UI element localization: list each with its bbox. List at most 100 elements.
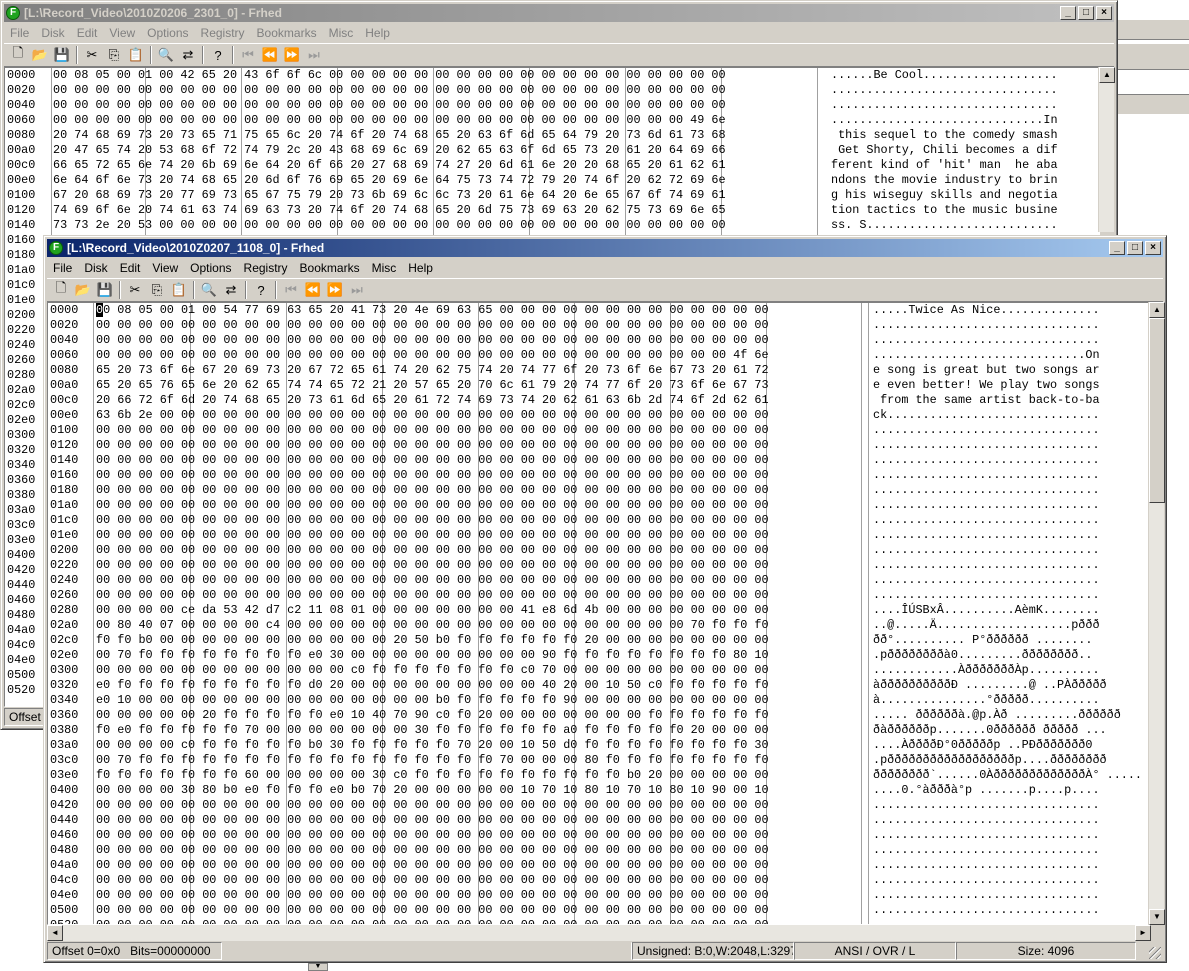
hex-bytes[interactable]: 00 00 00 00 c0 f0 f0 f0 f0 f0 b0 30 f0 f… xyxy=(96,738,769,753)
hex-row[interactable]: 00a0 20 47 65 74 20 53 68 6f 72 74 79 2c … xyxy=(5,143,1099,158)
scroll-up-button[interactable]: ▲ xyxy=(1149,302,1165,318)
hex-row[interactable]: 00c0 20 66 72 6f 6d 20 74 68 65 20 73 61 … xyxy=(48,393,1148,408)
copy-icon[interactable]: ⎘ xyxy=(103,45,125,65)
hex-row[interactable]: 0380 f0 e0 f0 f0 f0 f0 f0 70 00 00 00 00 … xyxy=(48,723,1148,738)
hex-bytes[interactable]: f0 e0 f0 f0 f0 f0 f0 70 00 00 00 00 00 0… xyxy=(96,723,769,738)
menu-bookmarks[interactable]: Bookmarks xyxy=(251,26,323,40)
hex-bytes[interactable]: 00 08 05 00 01 00 42 65 20 43 6f 6f 6c 0… xyxy=(53,68,726,83)
prev-bookmark-icon[interactable]: ⏪ xyxy=(302,280,324,300)
ascii-text[interactable]: ......Be Cool................... xyxy=(831,68,1058,83)
ascii-text[interactable]: ..............................In xyxy=(831,113,1058,128)
hex-row[interactable]: 0500 00 00 00 00 00 00 00 00 00 00 00 00 … xyxy=(48,903,1148,918)
close-button[interactable]: × xyxy=(1145,241,1161,255)
hex-row[interactable]: 0020 00 00 00 00 00 00 00 00 00 00 00 00 … xyxy=(48,318,1148,333)
ascii-text[interactable]: ................................ xyxy=(873,453,1100,468)
replace-icon[interactable]: ⇄ xyxy=(220,280,242,300)
hex-row[interactable]: 03a0 00 00 00 00 c0 f0 f0 f0 f0 f0 b0 30 … xyxy=(48,738,1148,753)
hex-bytes[interactable]: 00 00 00 00 00 00 00 00 00 00 00 00 00 0… xyxy=(96,558,769,573)
scroll-right-button[interactable]: ► xyxy=(1135,925,1151,941)
open-folder-icon[interactable]: 📂 xyxy=(72,280,94,300)
hex-bytes[interactable]: 00 00 00 00 00 00 00 00 00 00 00 00 00 0… xyxy=(96,513,769,528)
hex-bytes[interactable]: 00 00 00 00 ce da 53 42 d7 c2 11 08 01 0… xyxy=(96,603,769,618)
ascii-text[interactable]: ................................ xyxy=(831,83,1058,98)
ascii-text[interactable]: .pððððððððà0.........ðððððððð.. xyxy=(873,648,1092,663)
hex-row[interactable]: 0260 00 00 00 00 00 00 00 00 00 00 00 00 … xyxy=(48,588,1148,603)
copy-icon[interactable]: ⎘ xyxy=(146,280,168,300)
ascii-text[interactable]: ................................ xyxy=(873,828,1100,843)
hex-bytes[interactable]: 00 00 00 00 00 00 00 00 00 00 00 00 00 0… xyxy=(96,588,769,603)
hex-row[interactable]: 0100 00 00 00 00 00 00 00 00 00 00 00 00 … xyxy=(48,423,1148,438)
cut-icon[interactable]: ✂ xyxy=(81,45,103,65)
hex-bytes[interactable]: 00 00 00 00 00 00 00 00 00 00 00 00 00 0… xyxy=(53,98,726,113)
ascii-text[interactable]: ðððððððð`......0ÀðððððððððððððÀ° ..... xyxy=(873,768,1142,783)
ascii-text[interactable]: e even better! We play two songs xyxy=(873,378,1100,393)
hex-bytes[interactable]: 00 00 00 00 00 00 00 00 00 00 00 00 00 0… xyxy=(96,843,769,858)
hex-bytes[interactable]: 00 00 00 00 00 00 00 00 00 00 00 00 00 0… xyxy=(96,543,769,558)
minimize-button[interactable]: _ xyxy=(1109,241,1125,255)
ascii-text[interactable]: ferent kind of 'hit' man he aba xyxy=(831,158,1058,173)
hex-bytes[interactable]: 6e 64 6f 6e 73 20 74 68 65 20 6d 6f 76 6… xyxy=(53,173,726,188)
hex-row[interactable]: 0240 00 00 00 00 00 00 00 00 00 00 00 00 … xyxy=(48,573,1148,588)
hex-bytes[interactable]: 20 66 72 6f 6d 20 74 68 65 20 73 61 6d 6… xyxy=(96,393,769,408)
hex-bytes[interactable]: 00 00 00 00 00 00 00 00 00 00 00 00 00 0… xyxy=(53,113,726,128)
hex-bytes[interactable]: 00 70 f0 f0 f0 f0 f0 f0 f0 f0 e0 30 00 0… xyxy=(96,648,769,663)
prev-bookmark-icon[interactable]: ⏪ xyxy=(259,45,281,65)
hex-row[interactable]: 01e0 00 00 00 00 00 00 00 00 00 00 00 00 … xyxy=(48,528,1148,543)
hex-row[interactable]: 0480 00 00 00 00 00 00 00 00 00 00 00 00 … xyxy=(48,843,1148,858)
menu-registry[interactable]: Registry xyxy=(195,26,251,40)
hex-bytes[interactable]: 20 47 65 74 20 53 68 6f 72 74 79 2c 20 4… xyxy=(53,143,726,158)
hex-row[interactable]: 00a0 65 20 65 76 65 6e 20 62 65 74 74 65 … xyxy=(48,378,1148,393)
hex-row[interactable]: 0000 00 08 05 00 01 00 42 65 20 43 6f 6f … xyxy=(5,68,1099,83)
hex-bytes[interactable]: 00 08 05 00 01 00 54 77 69 63 65 20 41 7… xyxy=(96,303,769,318)
hex-bytes[interactable]: 00 00 00 00 00 00 00 00 00 00 00 00 00 0… xyxy=(96,888,769,903)
maximize-button[interactable]: □ xyxy=(1078,6,1094,20)
front-window[interactable]: F [L:\Record_Video\2010Z0207_1108_0] - F… xyxy=(43,235,1167,963)
hex-bytes[interactable]: 00 00 00 00 00 00 00 00 00 00 00 00 00 0… xyxy=(96,438,769,453)
open-folder-icon[interactable]: 📂 xyxy=(29,45,51,65)
ascii-text[interactable]: ................................ xyxy=(873,918,1100,924)
hex-bytes[interactable]: 00 00 00 00 00 00 00 00 00 00 00 00 00 0… xyxy=(53,83,726,98)
back-window-titlebar[interactable]: F [L:\Record_Video\2010Z0206_2301_0] - F… xyxy=(4,4,1114,22)
hex-row[interactable]: 0140 73 73 2e 20 53 00 00 00 00 00 00 00 … xyxy=(5,218,1099,233)
hex-bytes[interactable]: 74 69 6f 6e 20 74 61 63 74 69 63 73 20 7… xyxy=(53,203,726,218)
hex-bytes[interactable]: e0 f0 f0 f0 f0 f0 f0 f0 f0 f0 d0 20 00 0… xyxy=(96,678,769,693)
hex-row[interactable]: 02c0 f0 f0 b0 00 00 00 00 00 00 00 00 00 … xyxy=(48,633,1148,648)
menu-view[interactable]: View xyxy=(146,261,184,275)
hex-row[interactable]: 0020 00 00 00 00 00 00 00 00 00 00 00 00 … xyxy=(5,83,1099,98)
menu-disk[interactable]: Disk xyxy=(78,261,113,275)
hex-bytes[interactable]: 00 00 00 00 00 00 00 00 00 00 00 00 00 0… xyxy=(96,318,769,333)
hex-row[interactable]: 04e0 00 00 00 00 00 00 00 00 00 00 00 00 … xyxy=(48,888,1148,903)
hex-row[interactable]: 0460 00 00 00 00 00 00 00 00 00 00 00 00 … xyxy=(48,828,1148,843)
last-bookmark-icon[interactable]: ⏭ xyxy=(346,280,368,300)
hex-row[interactable]: 0100 67 20 68 69 73 20 77 69 73 65 67 75 … xyxy=(5,188,1099,203)
resize-grip-icon[interactable] xyxy=(1149,947,1161,959)
hex-row[interactable]: 02a0 00 80 40 07 00 00 00 00 c4 00 00 00 … xyxy=(48,618,1148,633)
ascii-text[interactable]: ................................ xyxy=(873,438,1100,453)
scroll-thumb[interactable] xyxy=(1149,318,1165,503)
hex-bytes[interactable]: 00 70 f0 f0 f0 f0 f0 f0 f0 f0 f0 f0 f0 f… xyxy=(96,753,769,768)
front-vertical-scrollbar[interactable]: ▲ ▼ xyxy=(1148,302,1165,925)
hex-row[interactable]: 04c0 00 00 00 00 00 00 00 00 00 00 00 00 … xyxy=(48,873,1148,888)
menu-misc[interactable]: Misc xyxy=(323,26,360,40)
front-horizontal-scrollbar[interactable]: ◄ ► xyxy=(47,925,1151,941)
ascii-text[interactable]: ................................ xyxy=(873,813,1100,828)
hex-bytes[interactable]: 00 00 00 00 00 00 00 00 00 00 00 00 00 0… xyxy=(96,798,769,813)
hex-row[interactable]: 0400 00 00 00 00 30 80 b0 e0 f0 f0 f0 e0 … xyxy=(48,783,1148,798)
ascii-text[interactable]: g his wiseguy skills and negotia xyxy=(831,188,1058,203)
scroll-left-button[interactable]: ◄ xyxy=(47,925,63,941)
ascii-text[interactable]: ss. S........................... xyxy=(831,218,1058,233)
hex-bytes[interactable]: 00 00 00 00 00 00 00 00 00 00 00 00 00 0… xyxy=(96,423,769,438)
new-file-icon[interactable]: 🗋 xyxy=(7,45,29,65)
hex-row[interactable]: 04a0 00 00 00 00 00 00 00 00 00 00 00 00 … xyxy=(48,858,1148,873)
hex-bytes[interactable]: 00 00 00 00 00 00 00 00 00 00 00 00 00 0… xyxy=(96,498,769,513)
cut-icon[interactable]: ✂ xyxy=(124,280,146,300)
save-icon[interactable]: 💾 xyxy=(94,280,116,300)
hex-bytes[interactable]: 00 00 00 00 00 00 00 00 00 00 00 00 00 0… xyxy=(96,468,769,483)
menu-options[interactable]: Options xyxy=(184,261,237,275)
ascii-text[interactable]: ................................ xyxy=(873,423,1100,438)
front-hex-view[interactable]: 0000 00 08 05 00 01 00 54 77 69 63 65 20 … xyxy=(47,302,1149,925)
hex-bytes[interactable]: 00 00 00 00 00 00 00 00 00 00 00 00 00 0… xyxy=(96,918,769,924)
menu-bookmarks[interactable]: Bookmarks xyxy=(294,261,366,275)
ascii-text[interactable]: ................................ xyxy=(873,573,1100,588)
ascii-text[interactable]: ..............................On xyxy=(873,348,1100,363)
